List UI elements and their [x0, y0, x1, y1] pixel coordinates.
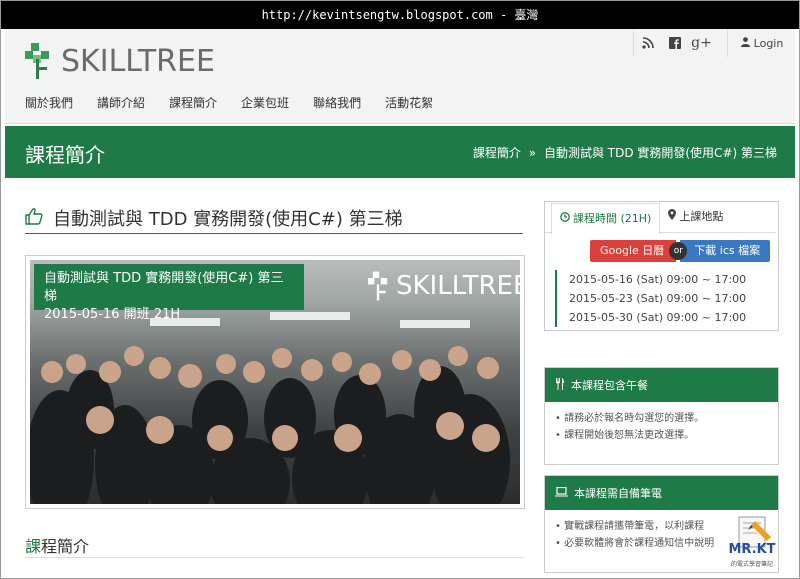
photo-logo: SKILLTREE [368, 270, 520, 302]
mrkt-badge: MR.KT 的電式學習筆記 [725, 515, 779, 569]
list-item: • 課程開始後恕無法更改選擇。 [555, 430, 695, 441]
breadcrumb-separator: » [528, 146, 537, 160]
laptop-icon [555, 486, 568, 500]
session-date: 2015-05-23 (Sat) 09:00 ~ 17:00 [555, 289, 746, 308]
brand-name: SKILLTREE [61, 43, 215, 79]
laptop-panel-title: 本課程需自備筆電 [574, 487, 662, 500]
tree-logo-icon [368, 271, 388, 301]
nav-divider [5, 123, 795, 124]
rss-icon[interactable] [634, 29, 661, 57]
session-date: 2015-05-16 (Sat) 09:00 ~ 17:00 [555, 270, 746, 289]
title-underline [25, 233, 523, 234]
section-title-rest: 程簡介 [41, 537, 90, 556]
main-nav: 關於我們 講師介紹 課程簡介 企業包班 聯絡我們 活動花絮 [25, 94, 457, 111]
course-title-text: 自動測試與 TDD 實務開發(使用C#) 第三梯 [53, 209, 403, 230]
facebook-icon[interactable] [661, 29, 688, 57]
lunch-note: 課程開始後恕無法更改選擇。 [564, 430, 695, 441]
google-plus-icon[interactable]: g+ [688, 29, 715, 57]
section-title: 課程簡介 [25, 533, 89, 557]
thumbs-up-icon [25, 207, 43, 229]
nav-item-contact[interactable]: 聯絡我們 [313, 94, 361, 111]
session-date: 2015-05-30 (Sat) 09:00 ~ 17:00 [555, 308, 746, 327]
lunch-panel-body: • 請務必於報名時勾選您的選擇。 • 課程開始後恕無法更改選擇。 [545, 402, 778, 452]
user-icon [740, 36, 750, 50]
login-label: Login [753, 36, 784, 50]
breadcrumb-current: 自動測試與 TDD 實務開發(使用C#) 第三梯 [543, 146, 777, 160]
nav-item-instructors[interactable]: 講師介紹 [97, 94, 145, 111]
tab-course-time[interactable]: 課程時間 (21H) [551, 203, 661, 235]
lunch-panel-title: 本課程包含午餐 [571, 379, 648, 392]
course-photo-frame: 自動測試與 TDD 實務開發(使用C#) 第三梯 2015-05-16 開班 2… [25, 255, 525, 509]
calendar-buttons: Google 日曆 or 下載 ics 檔案 [590, 240, 771, 262]
watermark-url: http://kevintsengtw.blogspot.com - 臺灣 [1, 1, 799, 29]
laptop-note: 必要軟體將會於課程通知信中說明 [564, 538, 715, 549]
breadcrumb-root[interactable]: 課程簡介 [473, 146, 521, 160]
nav-item-courses[interactable]: 課程簡介 [169, 94, 217, 111]
course-title: 自動測試與 TDD 實務開發(使用C#) 第三梯 [25, 205, 403, 231]
section-underline [25, 557, 523, 558]
site-logo[interactable]: SKILLTREE [25, 39, 215, 83]
laptop-panel-heading: 本課程需自備筆電 [545, 476, 778, 510]
photo-caption-date: 2015-05-16 開班 21H [44, 307, 181, 322]
section-title-first-char: 課 [25, 537, 42, 556]
class-group-photo: 自動測試與 TDD 實務開發(使用C#) 第三梯 2015-05-16 開班 2… [30, 260, 520, 504]
schedule-tabs: 課程時間 (21H) 上課地點 [545, 202, 776, 235]
map-marker-icon [668, 202, 677, 232]
photo-logo-text: SKILLTREE [396, 271, 520, 301]
social-links: g+ [633, 29, 715, 57]
tab-course-time-label: 課程時間 (21H) [573, 212, 652, 225]
tab-location[interactable]: 上課地點 [660, 202, 731, 232]
page-title: 課程簡介 [25, 143, 105, 167]
tab-location-label: 上課地點 [679, 210, 724, 223]
session-dates: 2015-05-16 (Sat) 09:00 ~ 17:00 2015-05-2… [555, 270, 746, 327]
clock-icon [560, 204, 570, 234]
lunch-note: 請務必於報名時勾選您的選擇。 [564, 413, 705, 424]
lunch-panel: 本課程包含午餐 • 請務必於報名時勾選您的選擇。 • 課程開始後恕無法更改選擇。 [544, 367, 779, 465]
nav-item-about[interactable]: 關於我們 [25, 94, 73, 111]
photo-caption-title: 自動測試與 TDD 實務開發(使用C#) 第三梯 [44, 271, 284, 304]
screenshot-frame: http://kevintsengtw.blogspot.com - 臺灣 SK… [0, 0, 800, 579]
download-ics-button[interactable]: 下載 ics 檔案 [680, 240, 771, 262]
google-calendar-button[interactable]: Google 日曆 [590, 240, 677, 262]
schedule-panel: 課程時間 (21H) 上課地點 Google 日曆 or 下載 ics 檔案 2… [544, 201, 779, 331]
nav-item-gallery[interactable]: 活動花絮 [385, 94, 433, 111]
lunch-panel-heading: 本課程包含午餐 [545, 368, 778, 402]
page-banner: 課程簡介 課程簡介 » 自動測試與 TDD 實務開發(使用C#) 第三梯 [5, 126, 795, 178]
mrkt-title: MR.KT [728, 542, 776, 557]
cutlery-icon [555, 377, 565, 393]
laptop-note: 實戰課程請攜帶筆電，以利課程 [564, 521, 705, 532]
photo-caption: 自動測試與 TDD 實務開發(使用C#) 第三梯 2015-05-16 開班 2… [34, 264, 304, 322]
tree-logo-icon [25, 41, 55, 81]
list-item: • 請務必於報名時勾選您的選擇。 [555, 413, 705, 424]
site-header: SKILLTREE g+ Login 關於我們 講師介紹 課程簡介 企業包班 聯… [5, 29, 795, 123]
nav-item-corporate[interactable]: 企業包班 [241, 94, 289, 111]
login-link[interactable]: Login [727, 29, 796, 57]
breadcrumb: 課程簡介 » 自動測試與 TDD 實務開發(使用C#) 第三梯 [473, 144, 777, 161]
mrkt-subtitle: 的電式學習筆記 [730, 561, 773, 568]
